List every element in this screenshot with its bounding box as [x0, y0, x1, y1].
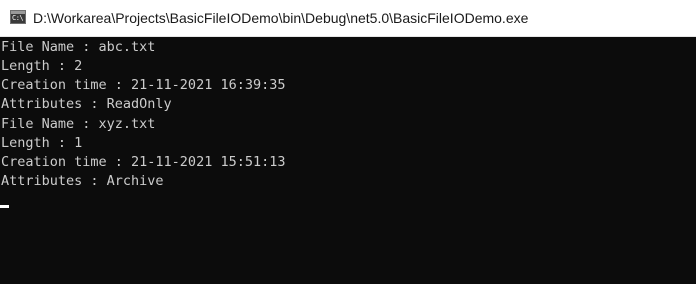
console-line: Attributes : ReadOnly [1, 96, 172, 112]
console-line: Creation time : 21-11-2021 15:51:13 [1, 154, 286, 170]
console-line: Creation time : 21-11-2021 16:39:35 [1, 77, 286, 93]
console-app-icon[interactable]: C:\ [10, 10, 26, 24]
console-line: File Name : xyz.txt [1, 116, 156, 132]
console-output[interactable]: File Name : abc.txt Length : 2 Creation … [0, 37, 696, 284]
console-window: C:\ D:\Workarea\Projects\BasicFileIODemo… [0, 0, 696, 284]
console-line: Length : 1 [1, 135, 83, 151]
console-line: Length : 2 [1, 58, 83, 74]
icon-glyph: C:\ [12, 14, 24, 22]
window-title: D:\Workarea\Projects\BasicFileIODemo\bin… [33, 10, 529, 26]
title-bar[interactable]: C:\ D:\Workarea\Projects\BasicFileIODemo… [0, 0, 696, 37]
text-cursor [0, 205, 9, 208]
console-line: Attributes : Archive [1, 173, 164, 189]
console-line: File Name : abc.txt [1, 39, 156, 55]
